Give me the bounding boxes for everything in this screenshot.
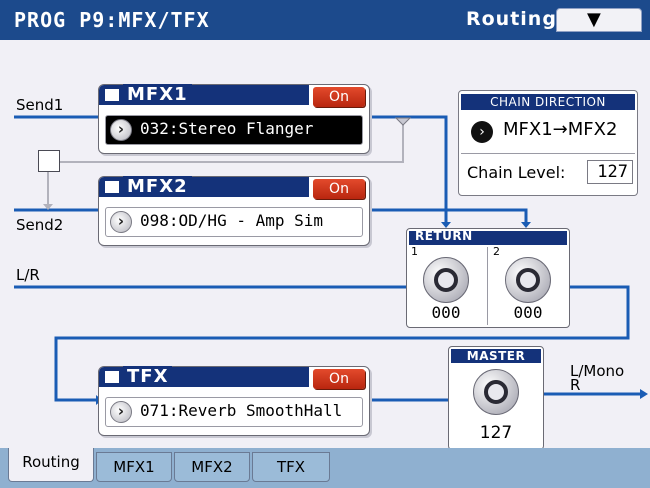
tfx-effect-select[interactable]: › 071:Reverb SmoothHall	[105, 397, 363, 427]
send1-label: Send1	[16, 96, 64, 114]
return-panel: RETURN 1 000 2 000	[406, 228, 570, 328]
chain-direction-button[interactable]: ›	[471, 121, 493, 143]
lr-label: L/R	[16, 266, 40, 284]
tfx-name: TFX	[123, 366, 173, 387]
mfx1-box: MFX1 On › 032:Stereo Flanger	[98, 84, 370, 154]
return2-value: 000	[513, 303, 543, 322]
master-value: 127	[479, 423, 513, 443]
send2-label: Send2	[16, 216, 64, 234]
tfx-title-bar: TFX	[99, 366, 309, 387]
title-notch	[105, 181, 119, 193]
chain-level-label: Chain Level:	[467, 163, 566, 182]
title-notch	[105, 89, 119, 101]
title-notch	[105, 371, 119, 383]
mfx2-on-button[interactable]: On	[313, 179, 365, 199]
chain-direction-header: CHAIN DIRECTION	[461, 94, 635, 110]
tfx-effect-name: 071:Reverb SmoothHall	[140, 401, 343, 420]
chain-direction-panel: CHAIN DIRECTION › MFX1→MFX2 Chain Level:…	[458, 90, 638, 196]
return2-knob[interactable]	[505, 257, 551, 303]
mfx1-name: MFX1	[123, 84, 192, 105]
return2-cell: 2 000	[491, 245, 565, 323]
tab-mfx1[interactable]: MFX1	[96, 452, 172, 482]
mfx2-name: MFX2	[123, 176, 192, 197]
tab-bar: Routing MFX1 MFX2 TFX	[0, 448, 650, 488]
tab-mfx2[interactable]: MFX2	[174, 452, 250, 482]
tfx-on-button[interactable]: On	[313, 369, 365, 389]
mfx2-title-bar: MFX2	[99, 176, 309, 197]
mfx1-title-bar: MFX1	[99, 84, 309, 105]
return2-number: 2	[493, 245, 500, 258]
mfx2-effect-select[interactable]: › 098:OD/HG - Amp Sim	[105, 207, 363, 237]
mfx1-select-popup-icon[interactable]: ›	[110, 119, 132, 141]
mfx2-box: MFX2 On › 098:OD/HG - Amp Sim	[98, 176, 370, 246]
arrow-output	[640, 389, 648, 399]
tab-routing[interactable]: Routing	[8, 448, 94, 482]
tab-tfx[interactable]: TFX	[252, 452, 330, 482]
mfx2-select-popup-icon[interactable]: ›	[110, 211, 132, 233]
chain-level-field[interactable]: 127	[587, 160, 633, 184]
master-panel: MASTER 127	[448, 346, 544, 450]
mfx1-on-button[interactable]: On	[313, 87, 365, 107]
chain-toggle-checkbox[interactable]	[38, 150, 60, 172]
return-header: RETURN	[415, 229, 473, 243]
return1-knob[interactable]	[423, 257, 469, 303]
tfx-select-popup-icon[interactable]: ›	[110, 401, 132, 423]
master-header: MASTER	[451, 349, 541, 363]
master-knob[interactable]	[473, 369, 519, 415]
tfx-box: TFX On › 071:Reverb SmoothHall	[98, 366, 370, 436]
mfx1-effect-select[interactable]: › 032:Stereo Flanger	[105, 115, 363, 145]
return-header-bar: RETURN	[409, 229, 567, 245]
return1-cell: 1 000	[409, 245, 483, 323]
divider	[461, 153, 635, 154]
mfx1-effect-name: 032:Stereo Flanger	[140, 119, 314, 138]
chain-split-arrow	[394, 117, 412, 126]
screen: PROG P9:MFX/TFX Routing ▼ Send1 Send2 L/…	[0, 0, 650, 488]
divider	[487, 247, 488, 325]
mfx2-effect-name: 098:OD/HG - Amp Sim	[140, 211, 324, 230]
chain-direction-value: MFX1→MFX2	[503, 119, 618, 140]
return1-number: 1	[411, 245, 418, 258]
return1-value: 000	[431, 303, 461, 322]
output-r-label: R	[570, 376, 581, 394]
